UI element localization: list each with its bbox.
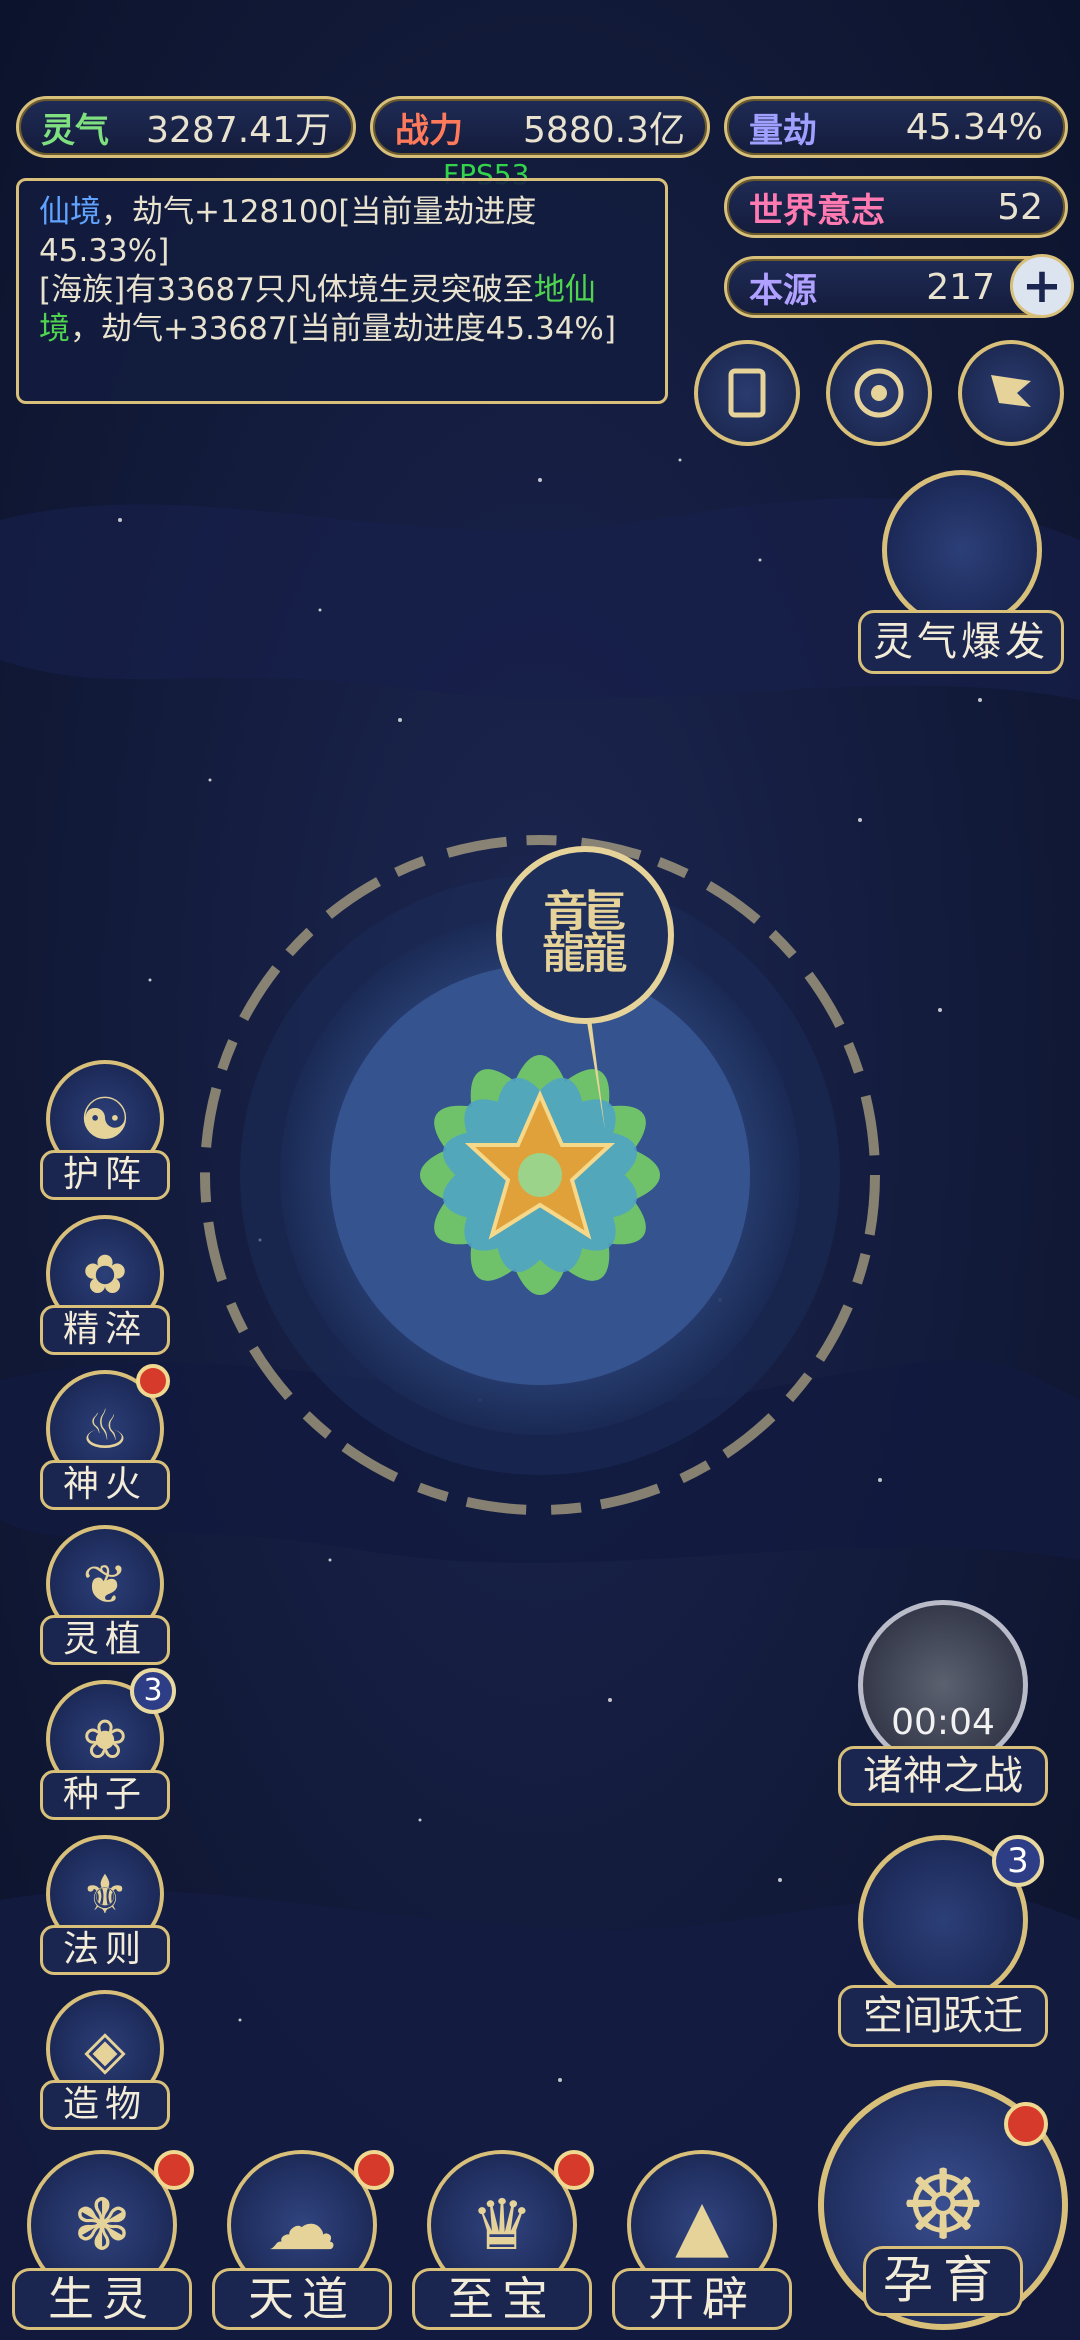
calamity-value: 45.34%	[905, 106, 1043, 148]
notification-dot	[136, 1364, 170, 1398]
plus-icon: +	[1021, 258, 1063, 314]
space-jump-label: 空间跃迁	[838, 1985, 1048, 2047]
spirit-burst-button[interactable]: 灵气爆发	[858, 470, 1064, 680]
power-label: 战力	[395, 110, 463, 151]
nurture-button[interactable]: ☸ 孕育	[818, 2080, 1068, 2338]
world-will-stat[interactable]: 世界意志 52	[724, 176, 1068, 238]
left-menu-item[interactable]: ☯ 护阵	[40, 1060, 170, 1200]
log-text: ，劫气+128100[当前量劫进度45.33%]	[39, 194, 537, 269]
left-menu-label: 护阵	[40, 1150, 170, 1200]
add-origin-button[interactable]: +	[1010, 254, 1074, 318]
flag-icon	[991, 375, 1031, 407]
space-jump-button[interactable]: 空间跃迁 3	[838, 1835, 1048, 2050]
log-entry: 仙境，劫气+128100[当前量劫进度45.33%]	[39, 193, 645, 271]
left-menu-item[interactable]: ✿ 精淬	[40, 1215, 170, 1355]
spirit-label: 灵气	[41, 110, 109, 151]
notification-dot	[354, 2150, 394, 2190]
bottom-menu-item[interactable]: ☁ 天道	[212, 2150, 394, 2340]
origin-value: 217	[926, 266, 995, 308]
left-menu-item[interactable]: ❦ 灵植	[40, 1525, 170, 1665]
log-text: [海族]有33687只凡体境生灵突破至	[39, 272, 534, 308]
world-will-value: 52	[997, 186, 1043, 228]
left-menu-item[interactable]: ♨ 神火	[40, 1364, 170, 1510]
left-menu-item[interactable]: ◈ 造物	[40, 1990, 170, 2130]
spirit-value: 3287.41万	[146, 110, 331, 151]
flag-button[interactable]	[958, 340, 1064, 446]
vortex-button[interactable]	[826, 340, 932, 446]
spirit-stat[interactable]: 灵气 3287.41万	[16, 96, 356, 158]
vortex-icon	[854, 368, 904, 418]
notification-dot	[154, 2150, 194, 2190]
left-menu-label: 法则	[40, 1925, 170, 1975]
bottom-menu-item[interactable]: ❃ 生灵	[12, 2150, 194, 2340]
left-menu-label: 造物	[40, 2080, 170, 2130]
calamity-label: 量劫	[749, 110, 817, 151]
notification-dot	[1004, 2102, 1048, 2146]
bottom-menu-item[interactable]: ▲ 开辟	[612, 2150, 792, 2340]
left-menu-label: 灵植	[40, 1615, 170, 1665]
card-icon	[728, 368, 766, 418]
left-menu-label: 精淬	[40, 1305, 170, 1355]
count-badge: 3	[992, 1835, 1044, 1887]
gods-war-label: 诸神之战	[838, 1746, 1048, 1806]
world-will-label: 世界意志	[749, 190, 885, 231]
power-value: 5880.3亿	[523, 110, 685, 151]
bottom-menu-label: 开辟	[612, 2268, 792, 2330]
count-badge: 3	[130, 1668, 176, 1714]
event-log: 仙境，劫气+128100[当前量劫进度45.33%] [海族]有33687只凡体…	[16, 178, 668, 404]
card-button[interactable]	[694, 340, 800, 446]
burst-icon	[882, 470, 1042, 630]
calamity-stat[interactable]: 量劫 45.34%	[724, 96, 1068, 158]
sword-icon	[858, 1600, 1028, 1770]
left-menu-item[interactable]: ⚜ 法则	[40, 1835, 170, 1975]
bottom-menu-item[interactable]: ♛ 至宝	[412, 2150, 594, 2340]
nurture-label: 孕育	[863, 2246, 1023, 2316]
spirit-burst-label: 灵气爆发	[858, 610, 1064, 674]
bottom-menu-label: 天道	[212, 2268, 392, 2330]
bottom-menu-label: 生灵	[12, 2268, 192, 2330]
gods-war-button[interactable]: 00:04 诸神之战	[838, 1600, 1048, 1810]
log-text: ，劫气+33687[当前量劫进度45.34%]	[70, 311, 616, 347]
log-entry: [海族]有33687只凡体境生灵突破至地仙境，劫气+33687[当前量劫进度45…	[39, 271, 645, 349]
svg-text:龘: 龘	[540, 882, 630, 987]
power-stat[interactable]: 战力 5880.3亿	[370, 96, 710, 158]
left-menu-item[interactable]: ❀ 种子 3	[40, 1668, 176, 1820]
left-menu-label: 神火	[40, 1460, 170, 1510]
gods-war-timer: 00:04	[891, 1702, 995, 1743]
notification-dot	[554, 2150, 594, 2190]
left-menu-label: 种子	[40, 1770, 170, 1820]
bottom-menu-label: 至宝	[412, 2268, 592, 2330]
log-highlight: 仙境	[39, 194, 101, 230]
origin-label: 本源	[749, 270, 817, 311]
